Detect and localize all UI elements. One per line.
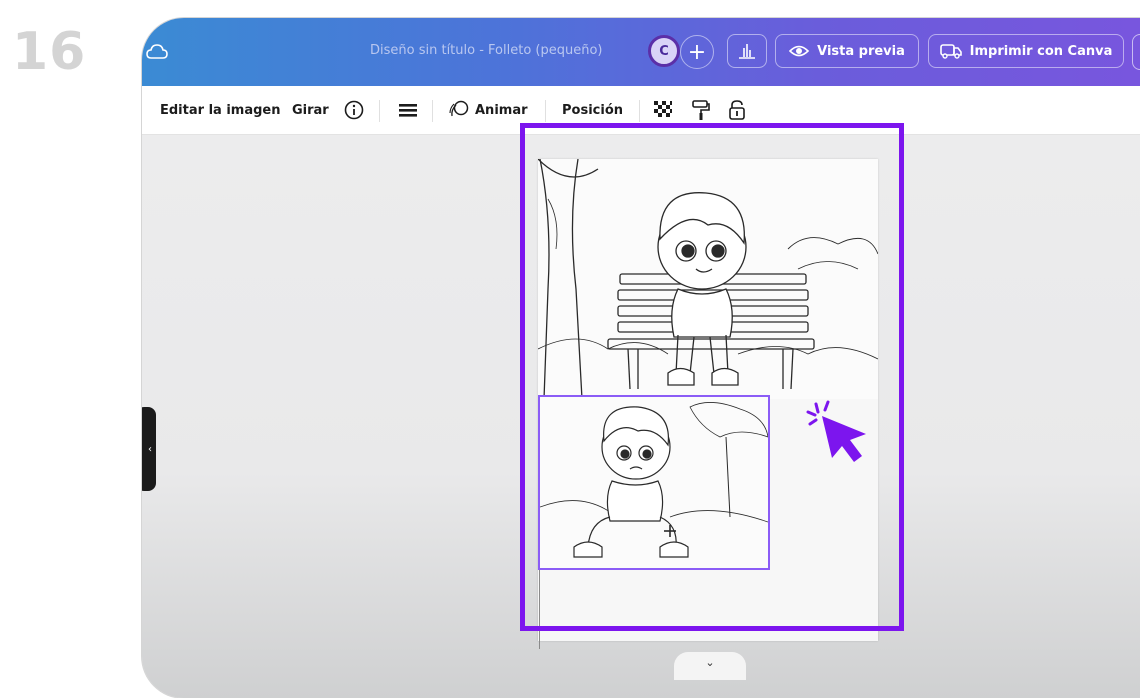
- preview-button[interactable]: Vista previa: [775, 34, 919, 68]
- share-button[interactable]: [1132, 34, 1140, 70]
- collapse-panel-tab[interactable]: ‹: [142, 407, 156, 491]
- toolbar-divider: [545, 100, 546, 122]
- document-title[interactable]: Diseño sin título - Folleto (pequeño): [370, 43, 603, 58]
- click-cursor-icon: [806, 400, 866, 462]
- toolbar-divider: [379, 100, 380, 122]
- animate-button[interactable]: Animar: [448, 86, 528, 134]
- print-with-canva-button[interactable]: Imprimir con Canva: [928, 34, 1124, 68]
- animate-label: Animar: [475, 102, 528, 118]
- menu-button[interactable]: [398, 86, 418, 134]
- toolbar-divider: [639, 100, 640, 122]
- cloud-icon[interactable]: [146, 42, 168, 64]
- step-number: 16: [12, 22, 87, 82]
- canva-editor-window: Diseño sin título - Folleto (pequeño) C …: [142, 18, 1140, 698]
- top-bar: Diseño sin título - Folleto (pequeño) C …: [142, 18, 1140, 86]
- edit-image-button[interactable]: Editar la imagen: [160, 86, 280, 134]
- insights-button[interactable]: [727, 34, 767, 68]
- transparency-icon: [654, 101, 672, 117]
- preview-label: Vista previa: [817, 43, 905, 59]
- bar-chart-icon: [739, 44, 755, 59]
- page-navigator-toggle[interactable]: ⌄: [674, 652, 746, 680]
- highlight-annotation: [520, 123, 904, 631]
- eye-icon: [789, 45, 810, 57]
- info-button[interactable]: [344, 86, 364, 134]
- avatar[interactable]: C: [648, 35, 680, 67]
- hamburger-icon: [399, 104, 417, 117]
- lock-icon: [729, 100, 745, 120]
- info-icon: [344, 100, 364, 120]
- print-label: Imprimir con Canva: [969, 43, 1113, 59]
- animate-icon: [449, 100, 469, 117]
- add-collaborator-button[interactable]: +: [680, 35, 714, 69]
- paint-roller-icon: [692, 100, 710, 120]
- rotate-button[interactable]: Girar: [292, 86, 329, 134]
- truck-icon: [939, 44, 962, 59]
- toolbar-divider: [432, 100, 433, 122]
